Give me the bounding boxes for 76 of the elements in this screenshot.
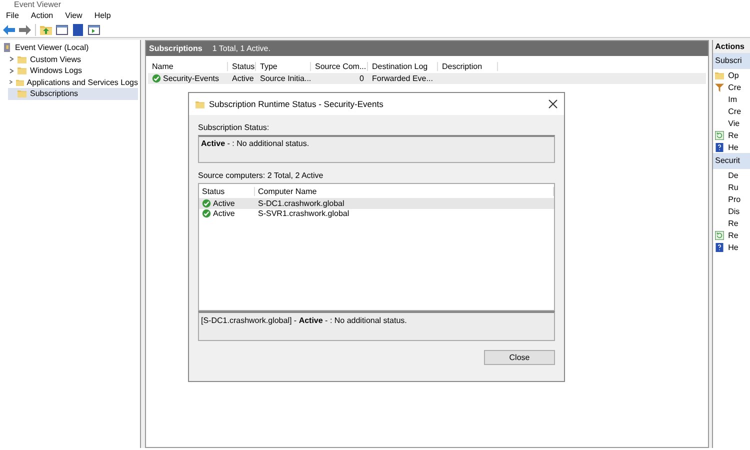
pane-link[interactable]: Vie bbox=[713, 117, 750, 129]
folder-icon bbox=[16, 78, 24, 87]
folder-icon bbox=[17, 66, 27, 76]
column-header[interactable]: Source Com... bbox=[311, 62, 368, 70]
chevron-icon[interactable] bbox=[8, 56, 14, 62]
column-header[interactable]: Type bbox=[256, 62, 311, 70]
pane-link[interactable]: Re bbox=[713, 229, 750, 241]
table-row[interactable]: Security-Events Active Source Initia... 0 Forwarded Eve... bbox=[148, 73, 706, 84]
forward-arrow-icon[interactable] bbox=[19, 24, 31, 36]
status-label: Subscription Status: bbox=[198, 123, 270, 134]
actions-title: Actions bbox=[713, 40, 750, 53]
table-cell-text: Forwarded Eve... bbox=[371, 74, 434, 83]
folder-icon bbox=[17, 89, 27, 98]
detail-text: [S-DC1.crashwork.global] - Active - : No additional status. bbox=[198, 311, 555, 341]
column-header[interactable]: Computer Name bbox=[255, 186, 554, 196]
pane-link[interactable]: Cre bbox=[713, 105, 750, 117]
pane-link[interactable]: Cre bbox=[713, 81, 750, 93]
tree-item[interactable]: Subscriptions bbox=[8, 88, 138, 100]
pane-link[interactable]: De bbox=[713, 169, 750, 181]
computer-name: S-SVR1.crashwork.global bbox=[257, 209, 350, 218]
computer-row[interactable]: Active S-SVR1.crashwork.global bbox=[199, 208, 554, 219]
panel-summary: 1 Total, 1 Active. bbox=[212, 44, 270, 53]
check-icon bbox=[152, 74, 161, 83]
back-arrow-icon[interactable] bbox=[3, 24, 15, 36]
close-icon[interactable] bbox=[548, 99, 558, 109]
folder-icon bbox=[195, 100, 205, 108]
computer-name: S-DC1.crashwork.global bbox=[257, 198, 346, 208]
pane-link[interactable]: Re bbox=[713, 217, 750, 229]
panel-title: Subscriptions bbox=[149, 44, 202, 53]
refresh-icon bbox=[715, 130, 724, 140]
dialog-title: Subscription Runtime Status - Security-Events bbox=[209, 99, 384, 109]
pane-link[interactable]: Re bbox=[713, 129, 750, 141]
chevron-icon[interactable] bbox=[8, 68, 14, 74]
menu-item[interactable]: View bbox=[65, 11, 82, 21]
pane-link[interactable]: Pro bbox=[713, 193, 750, 205]
tree-item[interactable]: Custom Views bbox=[8, 54, 138, 65]
tree-item[interactable]: Windows Logs bbox=[8, 65, 138, 76]
pane-link[interactable]: Im bbox=[713, 93, 750, 105]
chevron-icon[interactable] bbox=[8, 79, 13, 86]
table-cell-text: Source Initia... bbox=[259, 74, 311, 83]
tree-item[interactable]: Applications and Services Logs bbox=[8, 76, 138, 88]
column-header[interactable]: Status bbox=[199, 186, 255, 196]
filter-icon bbox=[715, 82, 724, 92]
computers-label: Source computers: 2 Total, 2 Active bbox=[198, 171, 324, 182]
section-header[interactable]: Subscri bbox=[713, 53, 750, 69]
computer-icon bbox=[2, 43, 12, 52]
pane-link[interactable]: Ru bbox=[713, 181, 750, 193]
status-cell: Active bbox=[213, 198, 235, 208]
pane-link[interactable]: He bbox=[713, 241, 750, 253]
pane-link[interactable]: Op bbox=[713, 69, 750, 81]
folder-up-icon[interactable] bbox=[40, 24, 52, 36]
folder-icon bbox=[715, 70, 724, 80]
column-header[interactable]: Destination Log bbox=[368, 62, 438, 70]
panel-icon[interactable] bbox=[56, 24, 68, 36]
column-header[interactable]: Description bbox=[438, 62, 498, 70]
close-button[interactable]: Close bbox=[484, 350, 555, 365]
column-header[interactable]: Status bbox=[228, 62, 256, 70]
folder-icon bbox=[17, 54, 27, 64]
status-cell: Active bbox=[213, 209, 235, 218]
check-icon bbox=[202, 198, 211, 208]
tree-item[interactable]: Event Viewer (Local) bbox=[2, 42, 138, 54]
menu-item[interactable]: File bbox=[6, 11, 19, 21]
column-header[interactable]: Name bbox=[148, 62, 228, 70]
table-cell-text: 0 bbox=[358, 74, 365, 83]
menu-item[interactable]: Help bbox=[94, 11, 111, 21]
panel-icon[interactable] bbox=[88, 24, 100, 36]
computer-row[interactable]: Active S-DC1.crashwork.global bbox=[199, 198, 554, 208]
refresh-icon bbox=[715, 230, 724, 240]
table-cell: Security-Events bbox=[163, 74, 220, 83]
section-header[interactable]: Securit bbox=[713, 153, 750, 169]
status-text: Active - : No additional status. bbox=[198, 135, 555, 163]
pane-link[interactable]: Dis bbox=[713, 205, 750, 217]
check-icon bbox=[202, 209, 211, 218]
table-cell-text: Active bbox=[231, 74, 255, 83]
pane-link[interactable]: He bbox=[713, 141, 750, 153]
menu-item[interactable]: Action bbox=[30, 11, 54, 21]
